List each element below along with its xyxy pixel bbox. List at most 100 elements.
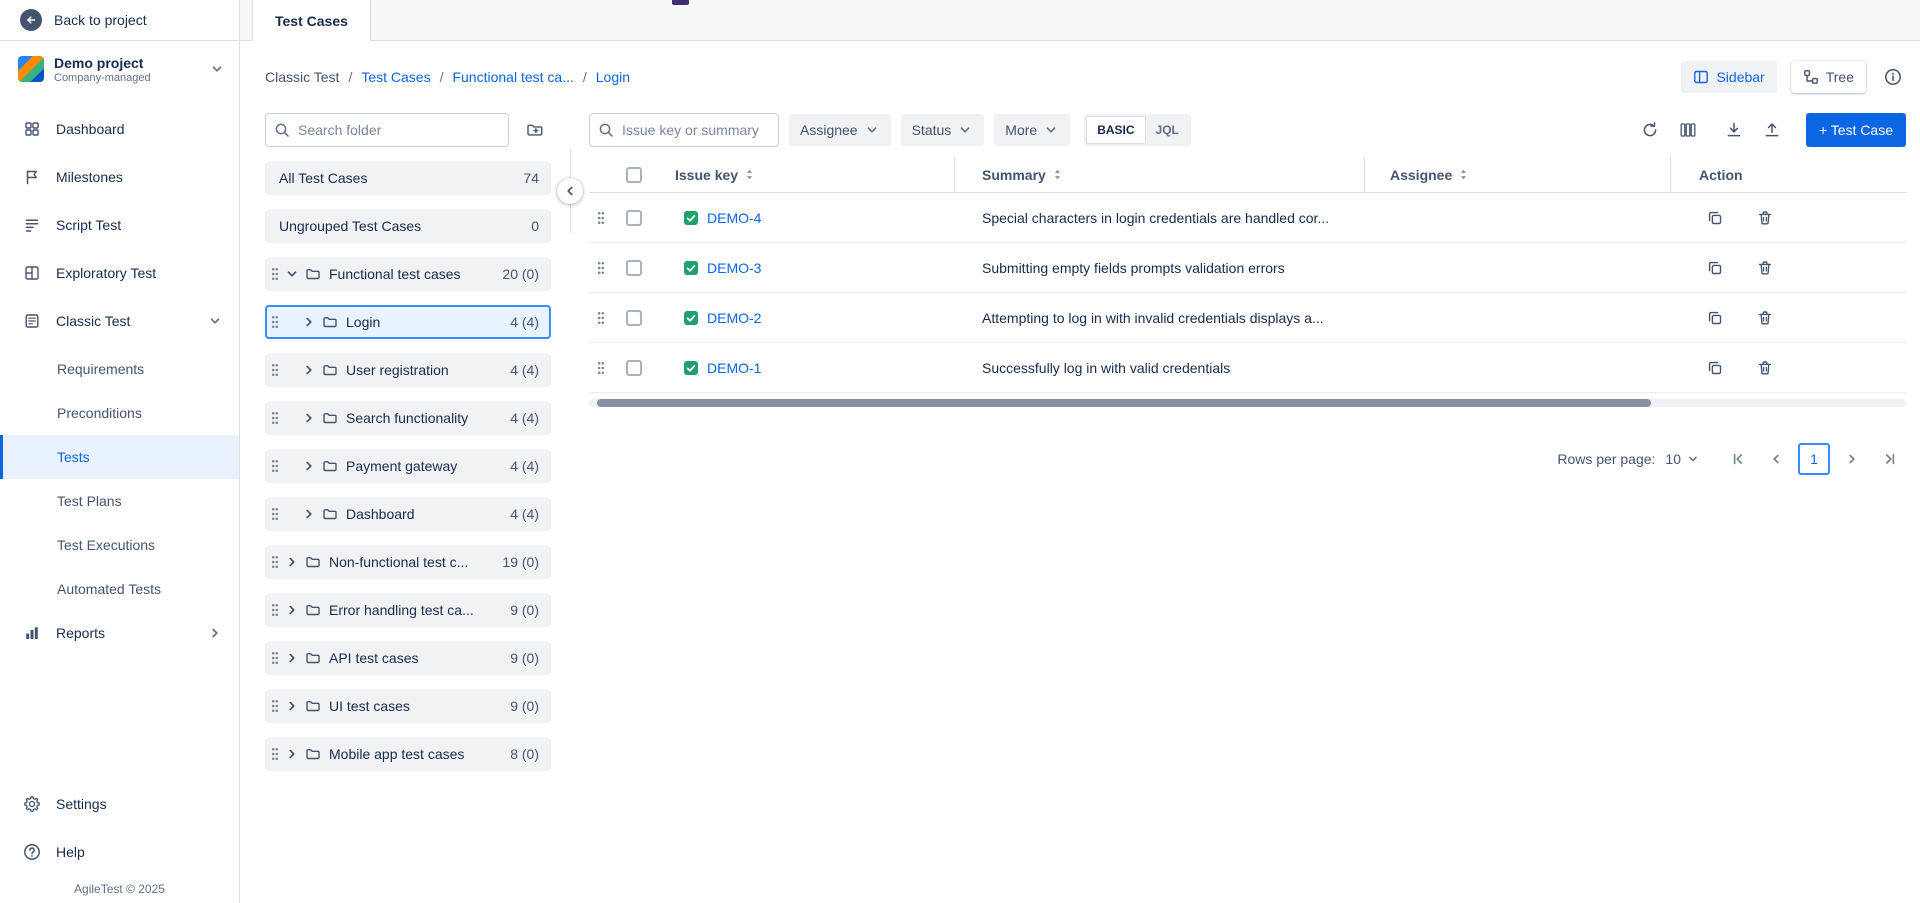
delete-button[interactable]: [1749, 202, 1781, 234]
columns-button[interactable]: [1672, 114, 1704, 146]
sidebar-item-classic-test[interactable]: Classic Test: [0, 299, 239, 343]
import-upload-button[interactable]: [1756, 114, 1788, 146]
back-to-project-button[interactable]: Back to project: [0, 0, 239, 41]
status-filter-dropdown[interactable]: Status: [901, 114, 985, 146]
current-page-indicator[interactable]: 1: [1798, 443, 1830, 475]
collapse-panel-button[interactable]: [557, 178, 583, 204]
column-header-assignee[interactable]: Assignee: [1365, 157, 1671, 192]
sidebar-item-tests[interactable]: Tests: [0, 435, 239, 479]
previous-page-button[interactable]: [1760, 443, 1792, 475]
chevron-right-icon[interactable]: [284, 746, 300, 762]
folder-row-dashboard[interactable]: Dashboard 4 (4): [265, 497, 551, 531]
ungrouped-test-cases-item[interactable]: Ungrouped Test Cases 0: [265, 209, 551, 243]
clone-button[interactable]: [1699, 202, 1731, 234]
clone-button[interactable]: [1699, 252, 1731, 284]
chevron-right-icon[interactable]: [284, 698, 300, 714]
issue-key-link[interactable]: DEMO-4: [707, 210, 761, 226]
row-checkbox[interactable]: [626, 260, 642, 276]
drag-handle-icon[interactable]: [597, 311, 605, 325]
chevron-down-icon[interactable]: [284, 266, 300, 282]
folder-row-ui-test-cases[interactable]: UI test cases 9 (0): [265, 689, 551, 723]
table-row-demo-3[interactable]: DEMO-3 Submitting empty fields prompts v…: [589, 243, 1906, 293]
last-page-button[interactable]: [1874, 443, 1906, 475]
tab-test-cases[interactable]: Test Cases: [252, 0, 371, 41]
add-folder-button[interactable]: [519, 114, 551, 146]
chevron-right-icon[interactable]: [284, 650, 300, 666]
clone-button[interactable]: [1699, 352, 1731, 384]
sort-icon[interactable]: [1459, 168, 1468, 181]
refresh-button[interactable]: [1634, 114, 1666, 146]
sidebar-item-dashboard[interactable]: Dashboard: [0, 107, 239, 151]
select-all-checkbox[interactable]: [626, 167, 642, 183]
sidebar-item-help[interactable]: Help: [0, 830, 239, 874]
folder-row-error-handling[interactable]: Error handling test ca... 9 (0): [265, 593, 551, 627]
folder-row-search-functionality[interactable]: Search functionality 4 (4): [265, 401, 551, 435]
sort-icon[interactable]: [1053, 168, 1062, 181]
first-page-button[interactable]: [1722, 443, 1754, 475]
chevron-right-icon[interactable]: [284, 602, 300, 618]
delete-button[interactable]: [1749, 302, 1781, 334]
chevron-right-icon[interactable]: [301, 410, 317, 426]
drag-handle-icon[interactable]: [271, 555, 279, 569]
chevron-right-icon[interactable]: [301, 458, 317, 474]
create-test-case-button[interactable]: + Test Case: [1806, 113, 1906, 147]
jql-mode-button[interactable]: JQL: [1146, 116, 1189, 144]
sidebar-item-settings[interactable]: Settings: [0, 782, 239, 826]
folder-row-api-test-cases[interactable]: API test cases 9 (0): [265, 641, 551, 675]
drag-handle-icon[interactable]: [597, 261, 605, 275]
chevron-right-icon[interactable]: [301, 314, 317, 330]
drag-handle-icon[interactable]: [271, 507, 279, 521]
drag-handle-icon[interactable]: [271, 603, 279, 617]
sidebar-item-milestones[interactable]: Milestones: [0, 155, 239, 199]
more-filters-dropdown[interactable]: More: [994, 114, 1070, 146]
horizontal-scrollbar[interactable]: [589, 399, 1906, 407]
project-switcher[interactable]: Demo project Company-managed: [0, 41, 239, 97]
sidebar-item-exploratory-test[interactable]: Exploratory Test: [0, 251, 239, 295]
sidebar-item-script-test[interactable]: Script Test: [0, 203, 239, 247]
table-row-demo-1[interactable]: DEMO-1 Successfully log in with valid cr…: [589, 343, 1906, 393]
drag-handle-icon[interactable]: [271, 411, 279, 425]
drag-handle-icon[interactable]: [271, 459, 279, 473]
scrollbar-thumb[interactable]: [597, 399, 1651, 407]
column-header-issue-key[interactable]: Issue key: [655, 157, 955, 192]
drag-handle-icon[interactable]: [597, 361, 605, 375]
sidebar-view-button[interactable]: Sidebar: [1681, 61, 1776, 93]
drag-handle-icon[interactable]: [597, 211, 605, 225]
table-row-demo-2[interactable]: DEMO-2 Attempting to log in with invalid…: [589, 293, 1906, 343]
folder-search-input[interactable]: [265, 113, 509, 147]
issue-key-link[interactable]: DEMO-1: [707, 360, 761, 376]
tree-view-button[interactable]: Tree: [1791, 61, 1866, 93]
folder-row-payment-gateway[interactable]: Payment gateway 4 (4): [265, 449, 551, 483]
sidebar-item-test-executions[interactable]: Test Executions: [0, 523, 239, 567]
row-checkbox[interactable]: [626, 360, 642, 376]
sort-icon[interactable]: [745, 168, 754, 181]
folder-row-user-registration[interactable]: User registration 4 (4): [265, 353, 551, 387]
sidebar-item-preconditions[interactable]: Preconditions: [0, 391, 239, 435]
clone-button[interactable]: [1699, 302, 1731, 334]
folder-row-functional-test-cases[interactable]: Functional test cases 20 (0): [265, 257, 551, 291]
table-row-demo-4[interactable]: DEMO-4 Special characters in login crede…: [589, 193, 1906, 243]
drag-handle-icon[interactable]: [271, 651, 279, 665]
issue-key-link[interactable]: DEMO-2: [707, 310, 761, 326]
chevron-right-icon[interactable]: [301, 506, 317, 522]
rows-per-page-select[interactable]: 10: [1665, 451, 1700, 467]
drag-handle-icon[interactable]: [271, 747, 279, 761]
sidebar-item-test-plans[interactable]: Test Plans: [0, 479, 239, 523]
assignee-filter-dropdown[interactable]: Assignee: [789, 114, 891, 146]
next-page-button[interactable]: [1836, 443, 1868, 475]
info-icon[interactable]: [1880, 64, 1906, 90]
sidebar-item-reports[interactable]: Reports: [0, 611, 239, 655]
breadcrumb-link-test-cases[interactable]: Test Cases: [361, 69, 430, 85]
breadcrumb-link-login[interactable]: Login: [596, 69, 630, 85]
column-header-summary[interactable]: Summary: [955, 157, 1365, 192]
delete-button[interactable]: [1749, 352, 1781, 384]
issue-key-link[interactable]: DEMO-3: [707, 260, 761, 276]
folder-row-mobile-app-test-cases[interactable]: Mobile app test cases 8 (0): [265, 737, 551, 771]
sidebar-item-automated-tests[interactable]: Automated Tests: [0, 567, 239, 611]
row-checkbox[interactable]: [626, 310, 642, 326]
export-download-button[interactable]: [1718, 114, 1750, 146]
chevron-right-icon[interactable]: [284, 554, 300, 570]
all-test-cases-item[interactable]: All Test Cases 74: [265, 161, 551, 195]
sidebar-item-requirements[interactable]: Requirements: [0, 347, 239, 391]
delete-button[interactable]: [1749, 252, 1781, 284]
